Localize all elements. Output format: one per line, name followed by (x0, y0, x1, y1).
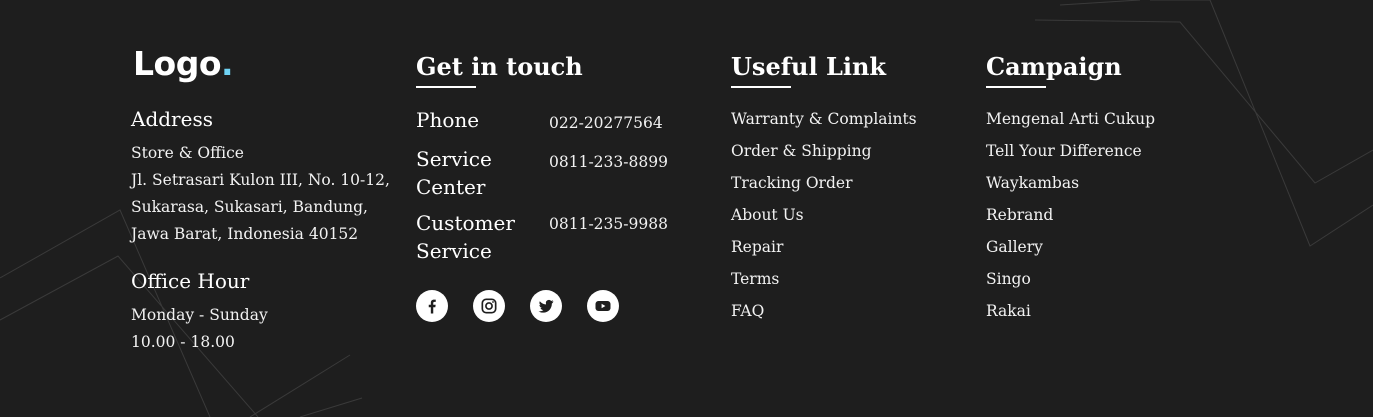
office-days: Monday - Sunday (131, 306, 268, 324)
useful-link-heading-underline (731, 86, 791, 88)
phone-label: Phone (416, 106, 479, 134)
address-line: Sukarasa, Sukasari, Bandung, (131, 198, 368, 216)
service-center-value[interactable]: 0811-233-8899 (549, 153, 668, 171)
address-line: Jawa Barat, Indonesia 40152 (131, 225, 359, 243)
youtube-icon (595, 301, 611, 311)
twitter-button[interactable] (530, 290, 562, 322)
logo-dot: . (221, 44, 234, 83)
contact-label-line: Center (416, 175, 486, 199)
useful-link-item[interactable]: Tracking Order (731, 174, 852, 192)
youtube-button[interactable] (587, 290, 619, 322)
campaign-item[interactable]: Rakai (986, 302, 1031, 320)
useful-link-item[interactable]: Order & Shipping (731, 142, 872, 160)
logo[interactable]: Logo. (133, 44, 234, 83)
useful-link-item[interactable]: About Us (731, 206, 804, 224)
logo-text: Logo (133, 44, 222, 83)
campaign-item[interactable]: Mengenal Arti Cukup (986, 110, 1155, 128)
contact-label-line: Phone (416, 108, 480, 132)
useful-link-item[interactable]: FAQ (731, 302, 764, 320)
customer-service-value[interactable]: 0811-235-9988 (549, 215, 668, 233)
campaign-item[interactable]: Gallery (986, 238, 1043, 256)
office-hour-heading: Office Hour (131, 269, 250, 293)
office-hours: 10.00 - 18.00 (131, 333, 235, 351)
campaign-heading-underline (986, 86, 1046, 88)
campaign-item[interactable]: Tell Your Difference (986, 142, 1142, 160)
campaign-item[interactable]: Rebrand (986, 206, 1053, 224)
address-line: Store & Office (131, 144, 244, 162)
instagram-button[interactable] (473, 290, 505, 322)
useful-link-item[interactable]: Warranty & Complaints (731, 110, 917, 128)
useful-link-item[interactable]: Terms (731, 270, 779, 288)
contact-heading: Get in touch (416, 52, 583, 81)
campaign-item[interactable]: Waykambas (986, 174, 1079, 192)
customer-service-label: Customer Service (416, 209, 515, 265)
useful-link-item[interactable]: Repair (731, 238, 783, 256)
address-line: Jl. Setrasari Kulon III, No. 10-12, (131, 171, 390, 189)
campaign-item[interactable]: Singo (986, 270, 1031, 288)
phone-value[interactable]: 022-20277564 (549, 114, 663, 132)
contact-label-line: Customer (416, 211, 515, 235)
contact-heading-underline (416, 86, 476, 88)
service-center-label: Service Center (416, 145, 492, 201)
campaign-heading: Campaign (986, 52, 1122, 81)
contact-label-line: Service (416, 239, 492, 263)
useful-link-heading: Useful Link (731, 52, 887, 81)
address-heading: Address (131, 107, 213, 131)
twitter-icon (538, 299, 554, 313)
instagram-icon (481, 298, 497, 314)
contact-label-line: Service (416, 147, 492, 171)
facebook-button[interactable] (416, 290, 448, 322)
facebook-icon (428, 299, 436, 314)
